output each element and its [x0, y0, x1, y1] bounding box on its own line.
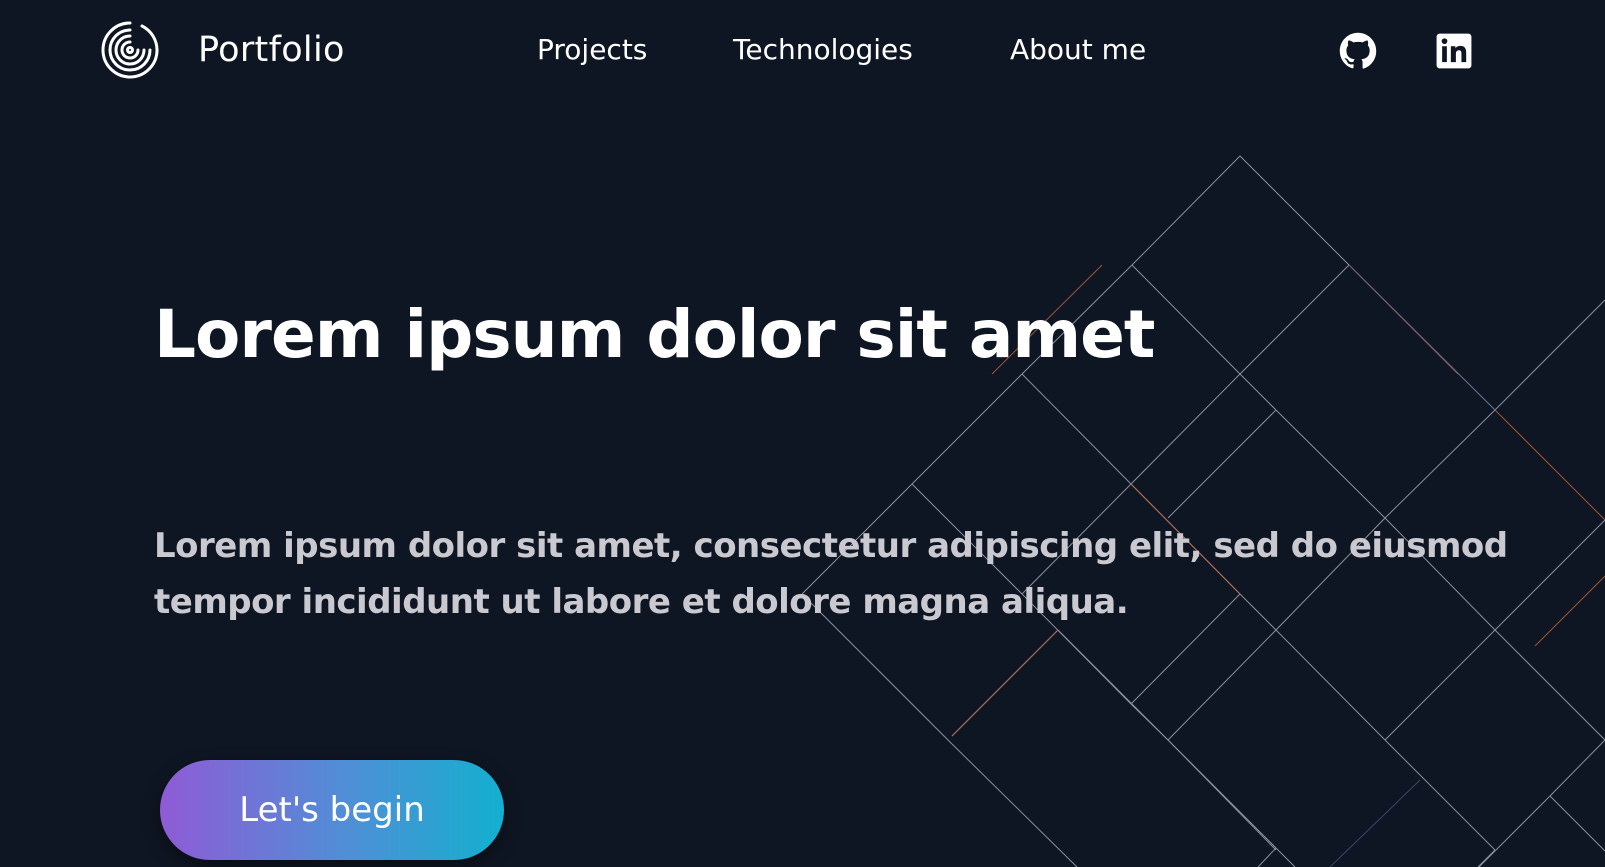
- page: Portfolio Projects Technologies About me…: [0, 0, 1605, 867]
- spiral-logo-icon: [101, 21, 159, 79]
- github-icon: [1339, 32, 1377, 69]
- brand-name: Portfolio: [198, 30, 345, 70]
- nav-link-about-me[interactable]: About me: [1010, 30, 1146, 70]
- brand-link[interactable]: Portfolio: [100, 20, 345, 80]
- linkedin-icon: [1436, 33, 1472, 69]
- top-navbar: Portfolio Projects Technologies About me: [0, 0, 1605, 100]
- background-pattern: [801, 155, 1605, 867]
- hero-title: Lorem ipsum dolor sit amet: [154, 296, 1155, 373]
- nav-link-projects[interactable]: Projects: [537, 30, 647, 70]
- hero-description: Lorem ipsum dolor sit amet, consectetur …: [154, 526, 1508, 622]
- lets-begin-button[interactable]: Let's begin: [160, 760, 504, 860]
- nav-link-technologies[interactable]: Technologies: [733, 30, 913, 70]
- linkedin-link[interactable]: [1435, 32, 1473, 70]
- github-link[interactable]: [1339, 32, 1377, 70]
